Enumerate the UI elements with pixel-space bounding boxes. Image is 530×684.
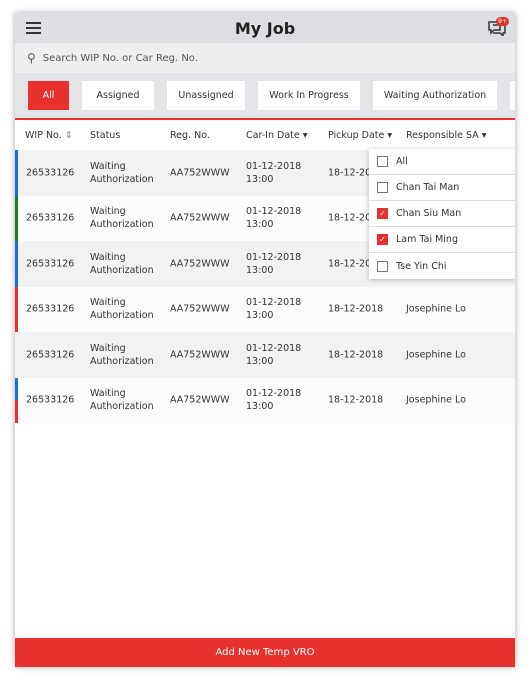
wip-no: 26533126 — [26, 258, 75, 270]
filter-waiting-authorization[interactable]: Waiting Authorization — [373, 81, 497, 110]
app-frame: My Job 9+ ⚲ Search WIP No. or Car Reg. N… — [15, 13, 515, 667]
wip-no: 26533126 — [26, 303, 75, 315]
reg-no: AA752WWW — [170, 349, 230, 361]
table-row[interactable]: 26533126 Waiting Authorization AA752WWW 0… — [15, 377, 515, 423]
car-in-date: 01-12-2018 13:00 — [246, 160, 302, 185]
dropdown-option[interactable]: All — [369, 149, 515, 175]
search-icon: ⚲ — [27, 51, 36, 65]
page-title: My Job — [234, 18, 296, 38]
car-in-date: 01-12-2018 13:00 — [246, 251, 302, 276]
wip-no: 26533126 — [26, 349, 75, 361]
car-in-date: 01-12-2018 13:00 — [246, 297, 302, 322]
add-new-temp-vro-button[interactable]: Add New Temp VRO — [15, 638, 515, 667]
search-bar[interactable]: ⚲ Search WIP No. or Car Reg. No. — [15, 43, 515, 73]
table-row[interactable]: 26533126 Waiting Authorization AA752WWW 0… — [15, 286, 515, 332]
status: Waiting Authorization — [90, 251, 154, 276]
status-stripe — [15, 195, 18, 241]
car-in-date: 01-12-2018 13:00 — [246, 342, 302, 367]
status-stripe — [15, 286, 18, 332]
checkbox-icon[interactable] — [377, 182, 388, 193]
checkbox-checked-icon[interactable]: ✓ — [377, 208, 388, 219]
caret-down-icon: ▾ — [481, 129, 487, 141]
responsible-sa: Josephine Lo — [406, 349, 466, 361]
filter-assigned[interactable]: Assigned — [82, 81, 154, 110]
filter-tabs: All Assigned Unassigned Work In Progress… — [15, 73, 515, 120]
checkbox-checked-icon[interactable]: ✓ — [377, 234, 388, 245]
status-stripe — [15, 400, 18, 423]
col-pickup[interactable]: Pickup Date ▾ — [328, 130, 392, 141]
col-wip[interactable]: WIP No. ⇕ — [25, 130, 73, 141]
chat-icon[interactable]: 9+ — [488, 17, 509, 38]
col-carin[interactable]: Car-In Date ▾ — [246, 130, 308, 141]
status-stripe — [15, 241, 18, 287]
checkbox-icon[interactable] — [377, 260, 388, 272]
responsible-sa: Josephine Lo — [406, 394, 466, 406]
wip-no: 26533126 — [26, 212, 75, 224]
dropdown-option[interactable]: ✓ Chan Siu Man — [369, 201, 515, 227]
wip-no: 26533126 — [26, 394, 75, 406]
col-sa[interactable]: Responsible SA ▾ — [406, 130, 486, 141]
reg-no: AA752WWW — [170, 212, 230, 224]
table-header: WIP No. ⇕ Status Reg. No. Car-In Date ▾ … — [15, 120, 515, 150]
status: Waiting Authorization — [90, 388, 154, 413]
table-row[interactable]: 26533126 Waiting Authorization AA752WWW 0… — [15, 332, 515, 378]
reg-no: AA752WWW — [170, 394, 230, 406]
search-input[interactable]: Search WIP No. or Car Reg. No. — [43, 53, 198, 64]
dropdown-option[interactable]: Chan Tai Man — [369, 175, 515, 201]
status-stripe — [15, 150, 18, 196]
status-stripe — [15, 377, 18, 401]
reg-no: AA752WWW — [170, 303, 230, 315]
col-status: Status — [90, 129, 121, 141]
dropdown-option[interactable]: Tse Yin Chi — [369, 253, 515, 279]
car-in-date: 01-12-2018 13:00 — [246, 206, 302, 231]
notification-badge: 9+ — [496, 17, 509, 26]
pickup-date: 18-12-2018 — [328, 349, 384, 361]
sort-icon: ⇕ — [64, 129, 73, 141]
status: Waiting Authorization — [90, 206, 154, 231]
status: Waiting Authorization — [90, 297, 154, 322]
pickup-date: 18-12-2018 — [328, 394, 384, 406]
filter-unassigned[interactable]: Unassigned — [167, 81, 245, 110]
caret-down-icon: ▾ — [387, 129, 393, 141]
reg-no: AA752WWW — [170, 258, 230, 270]
status: Waiting Authorization — [90, 342, 154, 367]
dropdown-option[interactable]: ✓ Lam Tai Ming — [369, 227, 515, 253]
pickup-date: 18-12-2018 — [328, 303, 384, 315]
filter-all[interactable]: All — [28, 81, 69, 110]
filter-work-in-progress[interactable]: Work In Progress — [258, 81, 360, 110]
reg-no: AA752WWW — [170, 167, 230, 179]
caret-down-icon: ▾ — [302, 129, 308, 141]
responsible-sa: Josephine Lo — [406, 303, 466, 315]
header: My Job 9+ — [15, 13, 515, 43]
hamburger-icon[interactable] — [26, 22, 41, 34]
filter-more[interactable] — [510, 81, 515, 110]
sa-filter-dropdown: All Chan Tai Man ✓ Chan Siu Man ✓ Lam Tai Min… — [369, 149, 515, 279]
status: Waiting Authorization — [90, 160, 154, 185]
wip-no: 26533126 — [26, 167, 75, 179]
col-reg: Reg. No. — [170, 129, 210, 141]
checkbox-icon[interactable] — [377, 156, 388, 167]
car-in-date: 01-12-2018 13:00 — [246, 388, 302, 413]
